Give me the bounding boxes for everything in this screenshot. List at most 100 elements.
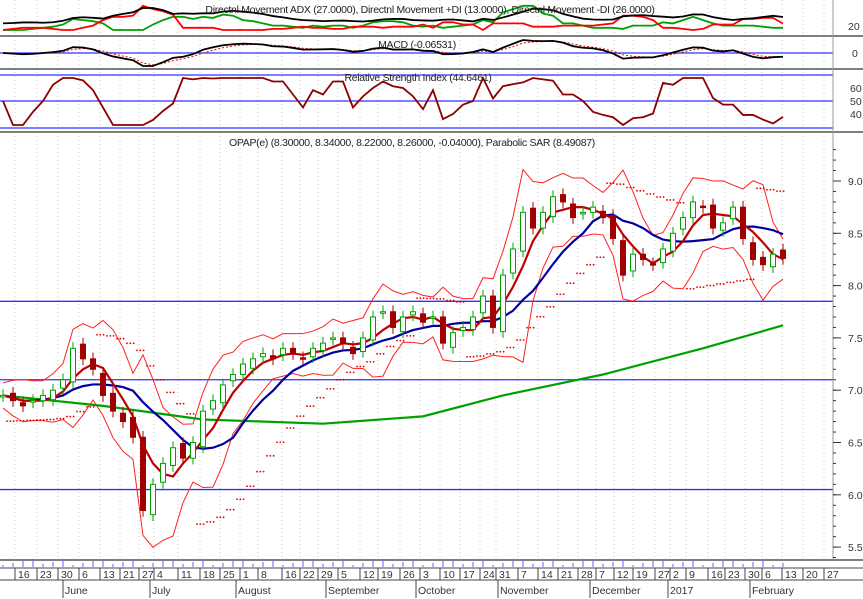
date-tick-label: 21 <box>561 569 573 581</box>
candle <box>70 342 76 389</box>
sar-dot <box>136 349 138 352</box>
sar-dot <box>436 297 438 300</box>
sar-dot <box>756 187 758 190</box>
sar-dot <box>409 334 412 337</box>
sar-dot <box>109 334 112 337</box>
sar-dot <box>522 339 525 341</box>
candle-body <box>290 347 296 355</box>
sar-dot <box>119 337 122 340</box>
month-label: June <box>65 585 88 597</box>
candle-body <box>390 311 396 328</box>
sar-dot <box>279 441 282 444</box>
candle <box>680 211 686 236</box>
month-label: September <box>328 585 380 597</box>
candle <box>550 190 556 223</box>
candle <box>730 200 736 225</box>
sar-dot <box>52 418 55 421</box>
sar-dot <box>316 396 318 399</box>
sar-dot <box>529 326 532 329</box>
candle <box>430 310 436 325</box>
sar-dot <box>619 183 622 185</box>
sar-dot <box>489 352 492 355</box>
date-tick-label: 19 <box>636 569 648 581</box>
sar-dot <box>569 282 572 285</box>
sar-dot <box>382 353 385 355</box>
sar-dot <box>422 297 425 300</box>
sar-dot <box>29 419 32 422</box>
sar-dot <box>412 334 415 337</box>
sar-dot <box>116 337 118 340</box>
month-label: July <box>152 585 171 597</box>
sar-dot <box>639 189 642 192</box>
candle-body <box>30 400 36 403</box>
candle <box>600 205 606 224</box>
sar-dot <box>146 365 148 367</box>
candle-body <box>410 311 416 316</box>
candle-body <box>770 253 776 268</box>
date-tick-label: 20 <box>806 569 818 581</box>
sar-dot <box>616 183 618 185</box>
sar-dot <box>352 371 355 374</box>
sar-dot <box>282 441 285 444</box>
candle <box>220 378 226 410</box>
sar-dot <box>369 360 372 363</box>
sar-dot <box>59 417 62 420</box>
sar-dot <box>746 278 748 281</box>
y-tick-label: 9.0 <box>848 176 863 188</box>
date-tick-label: 16 <box>711 569 723 581</box>
candle <box>210 394 216 416</box>
candle <box>410 305 416 322</box>
rsi-tick-label: 50 <box>850 96 862 108</box>
sar-dot <box>216 516 218 519</box>
sar-dot <box>302 415 305 418</box>
sar-dot <box>99 333 102 336</box>
sar-dot <box>649 193 652 195</box>
sar-dot <box>596 256 598 259</box>
date-tick-label: 7 <box>521 569 527 581</box>
sar-dot <box>722 283 725 285</box>
candle <box>490 289 496 334</box>
sar-dot <box>712 284 715 287</box>
sar-dot <box>306 405 308 408</box>
candle-body <box>90 358 96 370</box>
sar-dot <box>572 282 575 285</box>
sar-dot <box>329 387 332 390</box>
candle <box>230 368 236 388</box>
y-tick-label: 5.5 <box>848 542 863 554</box>
candle-body <box>420 313 426 323</box>
candle-body <box>570 203 576 219</box>
sar-dot <box>332 387 335 390</box>
sar-dot <box>779 190 782 193</box>
sar-dot <box>156 378 158 381</box>
sar-dot <box>239 498 242 501</box>
sar-dot <box>512 346 515 349</box>
month-label: December <box>592 585 641 597</box>
date-tick-label: 9 <box>689 569 695 581</box>
candle-body <box>360 337 366 352</box>
candle-body <box>310 347 316 358</box>
rsi-tick-label: 60 <box>850 83 862 95</box>
sar-dot <box>532 326 535 329</box>
sar-dot <box>729 281 732 284</box>
sar-dot <box>439 297 442 300</box>
sar-dot <box>189 412 192 415</box>
sar-dot <box>752 278 755 281</box>
candle-body <box>330 337 336 340</box>
sar-dot <box>269 454 272 457</box>
sar-dot <box>702 286 705 289</box>
candle <box>500 268 506 338</box>
sar-dot <box>296 415 298 418</box>
candle-body <box>660 248 666 264</box>
candle <box>740 200 746 245</box>
sar-dot <box>142 349 145 352</box>
date-tick-label: 31 <box>499 569 511 581</box>
sar-dot <box>462 301 465 303</box>
candle-body <box>710 204 716 229</box>
sar-dot <box>732 281 735 284</box>
candle <box>690 195 696 224</box>
candle <box>390 305 396 334</box>
sar-dot <box>496 350 498 353</box>
month-label: October <box>418 585 456 597</box>
sar-dot <box>196 523 198 525</box>
candle-body <box>270 355 276 360</box>
